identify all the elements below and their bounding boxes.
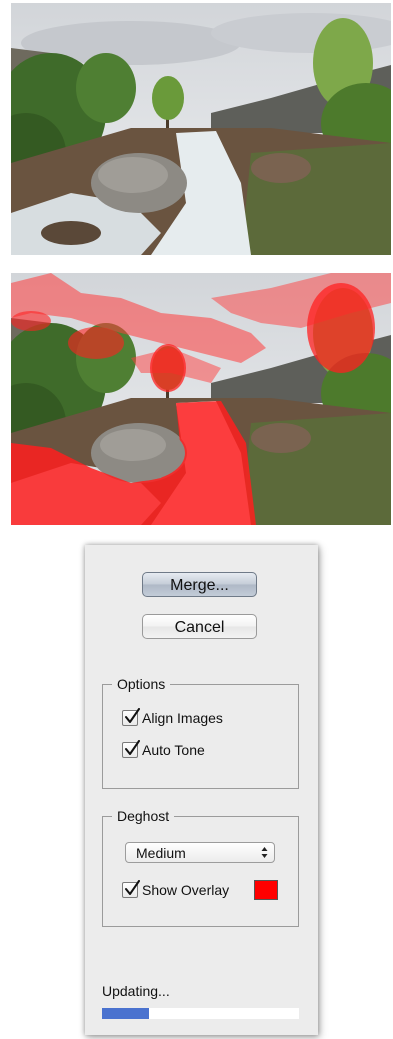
overlay-color-swatch[interactable] <box>254 880 278 900</box>
progress-bar-fill <box>102 1008 150 1019</box>
checkmark-icon <box>125 740 140 755</box>
deghost-group-title: Deghost <box>112 807 175 825</box>
align-images-checkbox[interactable] <box>122 708 140 726</box>
status-text: Updating... <box>102 983 170 999</box>
overlay-photo <box>11 273 391 525</box>
options-group-title: Options <box>112 675 171 693</box>
align-images-checkbox-row[interactable]: Align Images <box>122 708 223 728</box>
show-overlay-label: Show Overlay <box>142 882 230 898</box>
auto-tone-label: Auto Tone <box>142 742 205 758</box>
waterfall-photo <box>11 3 391 255</box>
show-overlay-checkbox[interactable] <box>122 880 140 898</box>
waterfall-overlay-photo <box>11 273 391 525</box>
deghost-level-select[interactable]: Medium <box>125 842 275 863</box>
checkmark-icon <box>125 880 140 895</box>
cancel-button[interactable]: Cancel <box>142 614 257 639</box>
options-group: Options Align Images Auto Tone <box>102 675 299 789</box>
merge-dialog: Merge... Cancel Options Align Images Aut… <box>85 545 318 1035</box>
merge-button[interactable]: Merge... <box>142 572 257 597</box>
show-overlay-checkbox-row[interactable]: Show Overlay <box>122 880 229 900</box>
checkmark-icon <box>125 708 140 723</box>
deghost-level-value: Medium <box>136 845 186 861</box>
deghost-group: Deghost Medium Show Overlay <box>102 807 299 927</box>
source-photo <box>11 3 391 255</box>
auto-tone-checkbox[interactable] <box>122 740 140 758</box>
up-down-arrows-icon <box>261 847 268 858</box>
align-images-label: Align Images <box>142 710 223 726</box>
progress-bar <box>102 1008 299 1019</box>
auto-tone-checkbox-row[interactable]: Auto Tone <box>122 740 205 760</box>
